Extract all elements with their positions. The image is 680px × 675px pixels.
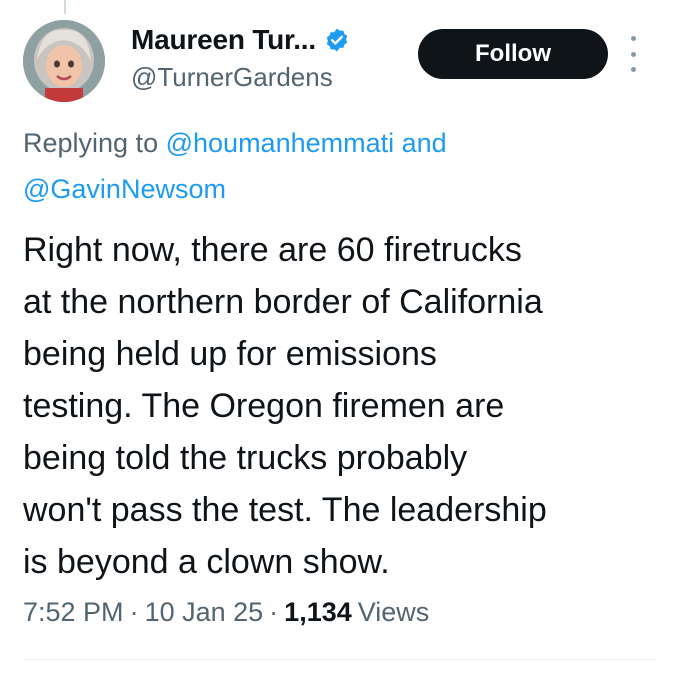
reply-context-joiner: and — [401, 128, 447, 158]
mention-link-gavinnewsom[interactable]: @GavinNewsom — [23, 174, 226, 204]
avatar[interactable] — [23, 20, 105, 102]
author-name-row: Maureen Tur... — [131, 24, 350, 56]
views-count: 1,134 — [284, 597, 352, 627]
follow-button[interactable]: Follow — [418, 29, 608, 79]
tweet-meta: 7:52 PM · 10 Jan 25 · 1,134 Views — [23, 597, 429, 628]
tweet-date[interactable]: 10 Jan 25 — [145, 597, 264, 628]
more-dot — [630, 51, 636, 57]
divider — [23, 659, 657, 660]
views-label: Views — [357, 597, 430, 627]
more-vertical-icon[interactable] — [626, 36, 640, 72]
more-dot — [630, 36, 636, 41]
reply-context: Replying to @houmanhemmati and @GavinNews… — [23, 120, 643, 212]
author-display-name[interactable]: Maureen Tur... — [131, 24, 316, 56]
thread-connector-line — [64, 0, 66, 14]
mention-link-houmanhemmati[interactable]: @houmanhemmati — [166, 128, 395, 158]
verified-badge-icon — [324, 27, 350, 53]
avatar-image — [23, 20, 105, 102]
tweet-time[interactable]: 7:52 PM — [23, 597, 124, 628]
meta-separator: · — [129, 597, 139, 627]
meta-separator: · — [269, 597, 279, 627]
tweet-text: Right now, there are 60 firetrucks at th… — [23, 231, 547, 581]
reply-context-prefix: Replying to — [23, 128, 159, 158]
more-dot — [630, 67, 636, 72]
author-handle[interactable]: @TurnerGardens — [131, 62, 333, 93]
